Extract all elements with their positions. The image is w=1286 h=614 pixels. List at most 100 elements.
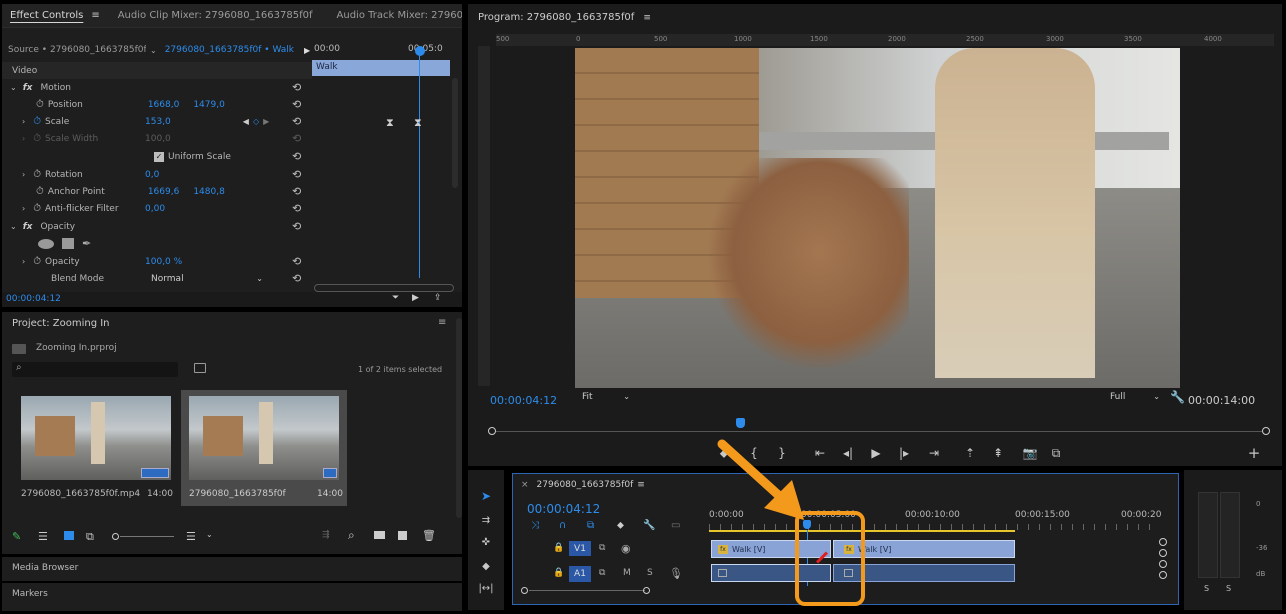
play-button[interactable]: ▶ [868, 445, 884, 461]
reset-icon[interactable]: ⟲ [292, 202, 301, 215]
trash-icon[interactable]: 🗑 [422, 529, 436, 542]
effect-keyframe-icon-1[interactable]: ⧗ [386, 116, 394, 130]
reset-icon[interactable]: ⟲ [292, 115, 301, 128]
lock-icon[interactable]: 🔒 [553, 568, 564, 578]
settings-wrench-icon[interactable]: 🔧 [643, 520, 655, 531]
sequence-tab-label[interactable]: 2796080_1663785f0f [537, 480, 634, 490]
export-icon[interactable]: ⇪ [434, 293, 442, 303]
scrub-start-handle[interactable] [488, 427, 496, 435]
uniform-scale-checkbox[interactable]: ✓ [154, 151, 164, 162]
next-keyframe-icon[interactable]: ▶ [263, 117, 269, 126]
track-scroll-handles[interactable] [1159, 538, 1169, 588]
wrench-icon[interactable]: 🔧 [1170, 390, 1185, 404]
scrub-end-handle[interactable] [1262, 427, 1270, 435]
tab-audio-track-mixer[interactable]: Audio Track Mixer: 2796080_16637 [329, 10, 462, 21]
sync-lock-icon[interactable]: ⧉ [599, 568, 605, 578]
new-bin-icon[interactable] [194, 363, 206, 373]
chevron-down-icon[interactable]: ⌄ [10, 83, 17, 92]
captions-icon[interactable]: ▭ [671, 520, 680, 531]
solo-left-button[interactable]: S [1204, 584, 1209, 593]
eye-icon[interactable]: ◉ [621, 542, 631, 555]
opacity-section-row[interactable]: ⌄ fx Opacity ⟲ [2, 218, 312, 235]
stopwatch-icon[interactable]: ⏱ [36, 99, 44, 110]
step-forward-icon[interactable]: |▸ [896, 445, 912, 461]
comparison-view-icon[interactable]: ⧉ [1048, 445, 1064, 461]
ellipse-mask-icon[interactable] [38, 238, 54, 249]
chevron-right-icon[interactable]: › [22, 170, 25, 179]
freeform-view-icon[interactable]: ⧉ [86, 530, 94, 544]
sort-icon[interactable]: ☰ [186, 530, 196, 543]
program-video-frame[interactable] [575, 48, 1180, 388]
effect-playhead-marker[interactable] [415, 46, 425, 56]
effect-zoom-bar[interactable] [314, 284, 454, 292]
slip-tool-icon[interactable]: |↔| [478, 580, 494, 596]
timeline-zoom-scrollbar[interactable] [521, 586, 651, 596]
effect-scrollbar[interactable] [452, 78, 458, 188]
v1-target[interactable]: V1 [569, 541, 591, 556]
search-input[interactable]: ⌕ [12, 362, 178, 377]
program-playhead[interactable] [735, 418, 745, 428]
reset-icon[interactable]: ⟲ [292, 168, 301, 181]
markers-tab[interactable]: Markers [2, 583, 462, 611]
mute-button[interactable]: M [623, 568, 631, 578]
stopwatch-icon[interactable]: ⏱ [33, 169, 41, 180]
marker-icon[interactable]: ⬥ [617, 520, 624, 531]
go-to-out-icon[interactable]: ⇥ [926, 445, 942, 461]
a1-target[interactable]: A1 [569, 566, 591, 582]
snap-icon[interactable]: ∩ [559, 520, 566, 531]
position-y-value[interactable]: 1479,0 [193, 100, 225, 110]
step-back-icon[interactable]: ◂| [840, 445, 856, 461]
effect-clip-bar[interactable]: Walk [312, 60, 450, 76]
camera-icon[interactable]: 📷 [1022, 445, 1038, 461]
anchor-y-value[interactable]: 1480,8 [193, 187, 225, 197]
pen-mask-icon[interactable]: ✒ [82, 237, 91, 250]
antiflicker-value[interactable]: 0,00 [145, 204, 165, 214]
program-title[interactable]: Program: 2796080_1663785f0f ≡ [478, 12, 651, 23]
microphone-icon[interactable]: 🎙 [669, 567, 683, 580]
timeline-timecode[interactable]: 00:00:04:12 [527, 502, 600, 516]
program-scrub-bar[interactable] [488, 418, 1274, 438]
razor-tool-icon[interactable]: ◆ [478, 558, 494, 574]
sync-lock-icon[interactable]: ⧉ [599, 543, 605, 553]
chevron-right-icon[interactable]: › [22, 204, 25, 213]
effect-timecode[interactable]: 00:00:04:12 [6, 294, 61, 304]
position-x-value[interactable]: 1668,0 [148, 100, 180, 110]
sequence-label[interactable]: 2796080_1663785f0f • Walk [165, 45, 294, 55]
stopwatch-icon[interactable]: ⏱ [33, 256, 41, 267]
scale-value[interactable]: 153,0 [145, 117, 171, 127]
filter-icon[interactable]: ⏷ [392, 293, 399, 303]
zoom-slider[interactable] [112, 532, 174, 541]
stopwatch-icon[interactable]: ⏱ [33, 203, 41, 214]
chevron-down-icon[interactable]: ⌄ [206, 530, 213, 539]
extract-icon[interactable]: ⇞ [990, 445, 1006, 461]
media-browser-tab[interactable]: Media Browser [2, 557, 462, 581]
reset-icon[interactable]: ⟲ [292, 272, 301, 285]
effect-keyframe-icon-2[interactable]: ⧗ [414, 116, 422, 130]
pencil-icon[interactable]: ✎ [12, 530, 21, 543]
reset-icon[interactable]: ⟲ [292, 220, 301, 233]
project-title[interactable]: Project: Zooming In [12, 318, 110, 329]
chevron-down-icon[interactable]: ⌄ [150, 46, 157, 55]
reset-icon[interactable]: ⟲ [292, 150, 301, 163]
chevron-right-icon[interactable]: › [22, 257, 25, 266]
new-folder-icon[interactable] [374, 531, 385, 539]
panel-menu-icon[interactable]: ≡ [91, 10, 99, 21]
icon-view-icon[interactable] [64, 531, 74, 540]
panel-menu-icon[interactable]: ≡ [438, 317, 446, 328]
project-item-2[interactable]: 2796080_1663785f0f 14:00 [181, 390, 347, 506]
ripple-edit-tool-icon[interactable]: ✜ [478, 534, 494, 550]
motion-row[interactable]: ⌄ fx Motion ⟲ [2, 79, 312, 96]
fit-dropdown[interactable]: Fit ⌄ [578, 392, 630, 406]
anchor-x-value[interactable]: 1669,6 [148, 187, 180, 197]
rectangle-mask-icon[interactable] [62, 238, 74, 249]
chevron-right-icon[interactable]: › [22, 117, 25, 126]
splitter-scroll[interactable] [456, 318, 462, 518]
panel-menu-icon[interactable]: ≡ [643, 13, 651, 23]
track-select-tool-icon[interactable]: ⇉ [478, 512, 494, 528]
project-item-1[interactable]: 2796080_1663785f0f.mp4 14:00 [16, 390, 174, 506]
opacity-value[interactable]: 100,0 % [145, 257, 182, 267]
stopwatch-icon-active[interactable]: ⏱ [33, 116, 41, 127]
lock-icon[interactable]: 🔒 [553, 543, 564, 553]
reset-icon[interactable]: ⟲ [292, 185, 301, 198]
close-icon[interactable]: × [521, 480, 529, 490]
